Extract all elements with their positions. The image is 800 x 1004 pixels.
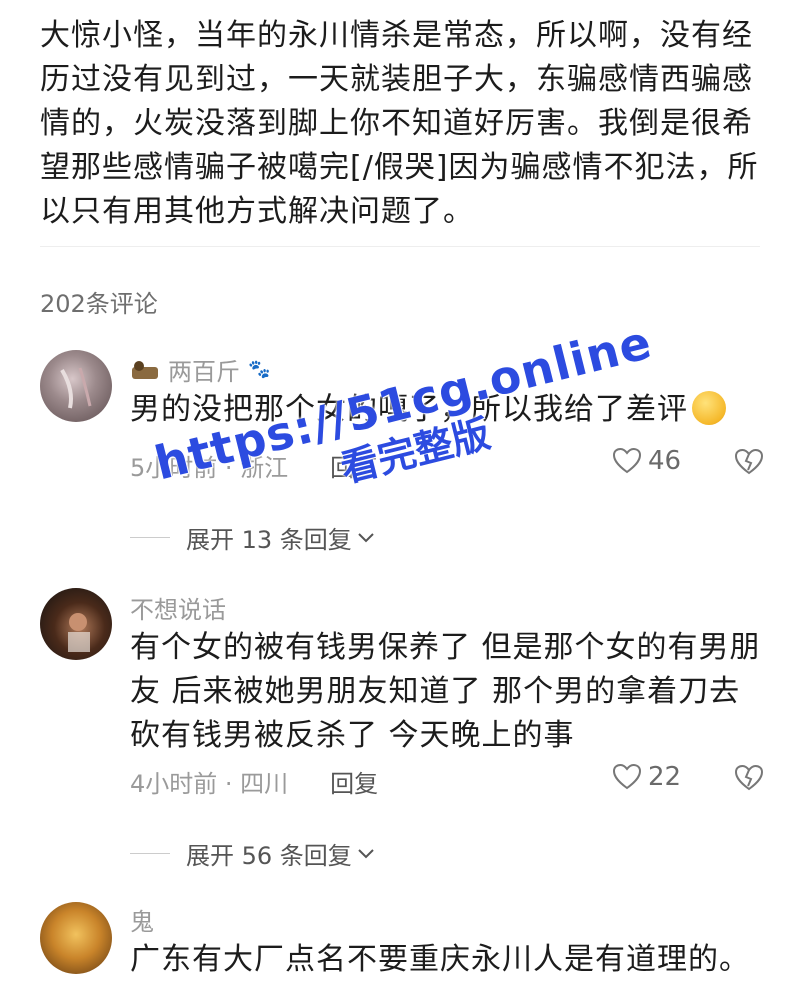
comment-username-row: 鬼 (130, 902, 154, 937)
heart-icon (612, 447, 642, 474)
comment-username[interactable]: 不想说话 (130, 590, 226, 625)
comment-meta: 4小时前 · 四川 回复 (130, 764, 378, 799)
like-button[interactable]: 46 (612, 446, 681, 476)
smile-emoji-icon (692, 391, 726, 425)
expand-replies-button[interactable]: 展开 56 条回复 (130, 836, 376, 871)
comment-username[interactable]: 鬼 (130, 902, 154, 937)
comment-text: 广东有大厂点名不要重庆永川人是有道理的。 (130, 942, 750, 977)
comment-username-row: 两百斤 🐾 (130, 352, 270, 387)
avatar[interactable] (40, 588, 112, 660)
expand-line (130, 853, 170, 854)
comment-time-location: 4小时前 · 四川 (130, 770, 289, 798)
divider (40, 246, 760, 247)
expand-replies-label: 展开 13 条回复 (186, 526, 352, 554)
dislike-icon[interactable] (734, 448, 764, 476)
expand-line (130, 537, 170, 538)
avatar-image (68, 613, 90, 652)
watermark-overlay: https://51cg.online 看完整版 (150, 315, 668, 534)
heart-icon (612, 763, 642, 790)
avatar[interactable] (40, 902, 112, 974)
expand-replies-button[interactable]: 展开 13 条回复 (130, 520, 376, 555)
expand-replies-label: 展开 56 条回复 (186, 842, 352, 870)
like-count: 46 (648, 446, 682, 476)
comment-count: 202条评论 (40, 290, 158, 318)
reply-button[interactable]: 回复 (330, 764, 378, 799)
like-button[interactable]: 22 (612, 762, 681, 792)
paw-icon: 🐾 (248, 359, 271, 380)
dislike-icon[interactable] (734, 764, 764, 792)
avatar[interactable] (40, 350, 112, 422)
chevron-down-icon (358, 848, 374, 858)
comment-username[interactable]: 两百斤 (168, 352, 240, 387)
comment-username-row: 不想说话 (130, 590, 226, 625)
post-body-text: 大惊小怪，当年的永川情杀是常态，所以啊，没有经历过没有见到过，一天就装胆子大，东… (40, 18, 759, 229)
comment-text: 有个女的被有钱男保养了 但是那个女的有男朋友 后来被她男朋友知道了 那个男的拿着… (130, 630, 761, 753)
like-count: 22 (648, 762, 682, 792)
avatar-image (60, 367, 92, 409)
badge-icon (132, 360, 158, 379)
chevron-down-icon (358, 532, 374, 542)
